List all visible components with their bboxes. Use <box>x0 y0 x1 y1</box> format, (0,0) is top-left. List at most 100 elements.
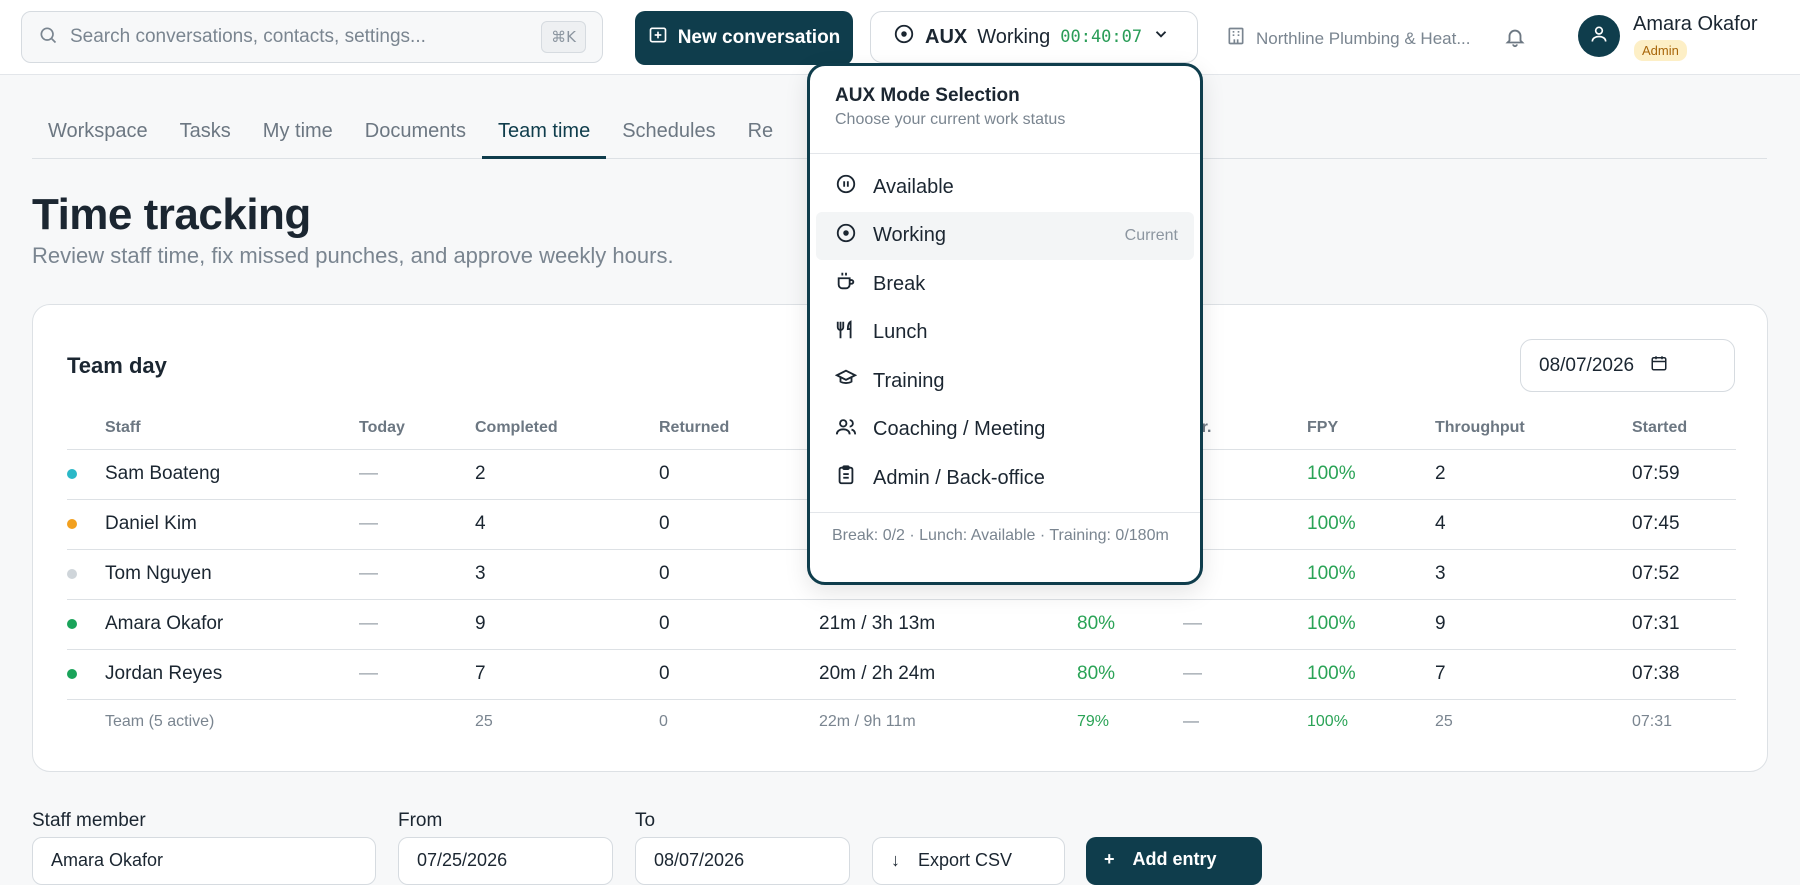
column-header[interactable]: Started <box>1632 407 1736 450</box>
cell-name: Amara Okafor <box>105 599 359 650</box>
column-header[interactable]: Completed <box>475 407 659 450</box>
aux-option-label: Working <box>873 224 946 247</box>
cell-time: 21m / 3h 13m <box>819 599 1077 650</box>
cell-name: Tom Nguyen <box>105 549 359 600</box>
from-date-input[interactable]: 07/25/2026 <box>398 837 613 885</box>
cell-name: Sam Boateng <box>105 449 359 500</box>
search-icon <box>38 25 58 50</box>
add-entry-button[interactable]: + Add entry <box>1086 837 1262 885</box>
aux-option-available[interactable]: Available <box>816 163 1194 212</box>
total-started: 07:31 <box>1632 713 1673 731</box>
table-row[interactable]: Amara Okafor —9 0 21m / 3h 13m 80% —100% 9 07:3… <box>67 599 1736 650</box>
aux-mode-menu: AUX Mode Selection Choose your current w… <box>807 63 1203 585</box>
aux-option-label: Lunch <box>873 321 928 344</box>
search-input[interactable] <box>70 26 530 48</box>
column-header[interactable]: Throughput <box>1435 407 1632 450</box>
new-conversation-button[interactable]: New conversation <box>635 11 853 65</box>
cell-returned: 0 <box>659 499 819 550</box>
cell-completed: 7 <box>475 649 659 700</box>
status-dot <box>67 519 77 529</box>
aux-menu-title: AUX Mode Selection <box>835 85 1020 106</box>
cell-started: 07:59 <box>1632 449 1736 500</box>
aux-timer: 00:40:07 <box>1060 27 1143 47</box>
total-name: Team (5 active) <box>105 713 215 731</box>
aux-option-admin-back-office[interactable]: Admin / Back-office <box>816 454 1194 503</box>
current-tag: Current <box>1124 226 1178 244</box>
aux-option-working[interactable]: Working Current <box>816 211 1194 260</box>
column-header[interactable]: Staff <box>105 407 359 450</box>
aux-menu-subtitle: Choose your current work status <box>835 111 1066 128</box>
aux-option-label: Training <box>873 369 945 392</box>
aux-limits-summary: Break: 0/2 · Lunch: Available · Training… <box>810 512 1200 559</box>
aux-option-lunch[interactable]: Lunch <box>816 309 1194 358</box>
tab-team-time[interactable]: Team time <box>481 110 607 159</box>
cell-other: — <box>1183 649 1307 700</box>
tab-my-time[interactable]: My time <box>247 110 349 159</box>
utensils-icon <box>835 319 857 347</box>
to-date-input[interactable]: 08/07/2026 <box>635 837 850 885</box>
page-subtitle: Review staff time, fix missed punches, a… <box>32 243 674 268</box>
coffee-cup-icon <box>835 270 857 298</box>
cell-throughput: 9 <box>1435 599 1632 650</box>
staff-member-select[interactable]: Amara Okafor <box>32 837 376 885</box>
cell-started: 07:38 <box>1632 649 1736 700</box>
team-day-date: 08/07/2026 <box>1539 354 1635 376</box>
cell-completed: 3 <box>475 549 659 600</box>
cell-today: — <box>359 599 475 650</box>
calendar-icon <box>1650 354 1668 378</box>
team-day-title: Team day <box>67 353 167 378</box>
cell-returned: 0 <box>659 649 819 700</box>
cell-started: 07:45 <box>1632 499 1736 550</box>
status-dot <box>67 469 77 479</box>
total-other: — <box>1183 713 1199 731</box>
add-entry-label: Add entry <box>1132 849 1217 869</box>
total-throughput: 25 <box>1435 713 1453 731</box>
cell-today: — <box>359 649 475 700</box>
cell-today: — <box>359 499 475 550</box>
export-csv-label: Export CSV <box>918 850 1013 870</box>
aux-menu-header: AUX Mode Selection Choose your current w… <box>810 66 1200 154</box>
cell-pct: 80% <box>1077 599 1183 650</box>
column-header[interactable]: Returned <box>659 407 819 450</box>
organization-switcher[interactable]: Northline Plumbing & Heat... <box>1226 26 1471 51</box>
building-icon <box>1226 26 1246 51</box>
user-icon <box>1589 24 1609 49</box>
cell-completed: 9 <box>475 599 659 650</box>
aux-status-button[interactable]: AUX Working 00:40:07 <box>870 11 1198 63</box>
page-title: Time tracking <box>32 190 311 239</box>
tab-tasks[interactable]: Tasks <box>164 110 247 159</box>
status-dot <box>67 569 77 579</box>
export-csv-button[interactable]: ↓ Export CSV <box>872 837 1065 885</box>
user-name: Amara Okafor <box>1633 13 1758 35</box>
column-header[interactable]: FPY <box>1307 407 1435 450</box>
target-icon <box>893 23 915 51</box>
aux-option-label: Admin / Back-office <box>873 466 1045 489</box>
tab-documents[interactable]: Documents <box>349 110 482 159</box>
cell-throughput: 4 <box>1435 499 1632 550</box>
tab-schedules[interactable]: Schedules <box>606 110 731 159</box>
aux-option-coaching-meeting[interactable]: Coaching / Meeting <box>816 406 1194 455</box>
cell-pct: 80% <box>1077 649 1183 700</box>
aux-status: Working <box>977 25 1051 48</box>
aux-option-break[interactable]: Break <box>816 260 1194 309</box>
aux-option-training[interactable]: Training <box>816 357 1194 406</box>
organization-name: Northline Plumbing & Heat... <box>1256 28 1471 48</box>
total-completed: 25 <box>475 713 493 731</box>
download-icon: ↓ <box>891 850 900 870</box>
cell-completed: 2 <box>475 449 659 500</box>
new-conversation-label: New conversation <box>677 27 841 48</box>
column-header[interactable]: Today <box>359 407 475 450</box>
tab-reports[interactable]: Re <box>732 110 790 159</box>
status-dot <box>67 619 77 629</box>
table-total-row: Team (5 active) 25 0 22m / 9h 11m 79% — 100% 25… <box>67 699 1736 745</box>
tab-workspace[interactable]: Workspace <box>32 110 164 159</box>
search-shortcut: ⌘K <box>541 21 586 53</box>
aux-option-label: Available <box>873 175 954 198</box>
table-row[interactable]: Jordan Reyes —7 0 20m / 2h 24m 80% —100% 7 07:3… <box>67 649 1736 700</box>
bell-icon[interactable] <box>1504 26 1526 53</box>
global-search[interactable]: ⌘K <box>21 11 603 63</box>
team-day-date-picker[interactable]: 08/07/2026 <box>1520 339 1735 392</box>
avatar[interactable] <box>1578 15 1620 57</box>
cell-fpy: 100% <box>1307 649 1435 700</box>
from-label: From <box>398 810 443 831</box>
